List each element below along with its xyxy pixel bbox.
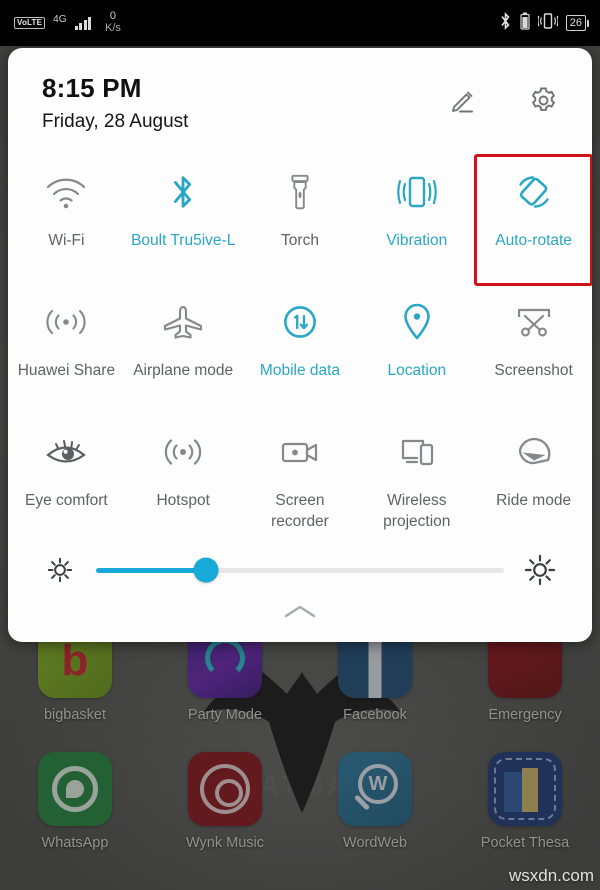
tile-auto-rotate[interactable]: Auto-rotate	[474, 154, 592, 287]
status-bar: VoLTE 4G 0 K/s 26	[0, 0, 600, 46]
tile-bluetooth[interactable]: Boult Tru5ive-L	[125, 155, 242, 285]
quick-settings-grid: Wi-Fi Boult Tru5ive-L Torch Vibration Au…	[8, 154, 592, 545]
bluetooth-icon	[499, 11, 512, 35]
brightness-slider-fill	[96, 567, 207, 573]
hotspot-icon	[162, 429, 204, 475]
tile-label: Airplane mode	[133, 362, 234, 380]
tile-airplane-mode[interactable]: Airplane mode	[125, 285, 242, 415]
bluetooth-icon	[168, 169, 198, 215]
tile-location[interactable]: Location	[358, 285, 475, 415]
quick-settings-panel: 8:15 PM Friday, 28 August Wi-Fi Boult Tr…	[8, 48, 592, 642]
data-speed-indicator: 0 K/s	[105, 11, 121, 34]
settings-button[interactable]	[526, 86, 560, 120]
clock-block[interactable]: 8:15 PM Friday, 28 August	[42, 72, 188, 133]
tile-label: Auto-rotate	[495, 232, 572, 250]
tile-label: Wireless projection	[383, 492, 451, 531]
watermark: wsxdn.com	[508, 866, 594, 885]
tile-label: Huawei Share	[17, 362, 116, 380]
tile-label: Vibration	[386, 232, 448, 250]
location-pin-icon	[400, 299, 434, 345]
brightness-row	[8, 554, 592, 586]
current-time: 8:15 PM	[42, 73, 142, 103]
brightness-high-icon[interactable]	[522, 554, 558, 586]
tile-label: Mobile data	[259, 362, 341, 380]
tile-huawei-share[interactable]: Huawei Share	[8, 285, 125, 415]
screen-recorder-icon	[277, 429, 323, 475]
huawei-share-icon	[43, 299, 89, 345]
edit-icon	[448, 86, 478, 121]
tile-label: Eye comfort	[25, 492, 108, 510]
battery-percent-label: 26	[565, 15, 590, 31]
vibration-icon	[393, 169, 441, 215]
network-type-label: 4G	[53, 13, 67, 25]
tile-label: Ride mode	[496, 492, 572, 510]
tile-screen-recorder[interactable]: Screen recorder	[242, 415, 359, 545]
gear-icon	[528, 85, 559, 121]
tile-ride-mode[interactable]: Ride mode	[475, 415, 592, 545]
vibrate-icon	[537, 12, 559, 35]
wifi-icon	[43, 169, 89, 215]
chevron-up-icon	[283, 603, 317, 626]
current-date: Friday, 28 August	[42, 110, 189, 132]
screenshot-icon	[512, 299, 556, 345]
panel-header: 8:15 PM Friday, 28 August	[8, 48, 592, 133]
status-bar-right: 26	[499, 11, 590, 35]
tile-torch[interactable]: Torch	[242, 155, 359, 285]
header-actions	[446, 72, 564, 120]
tile-wifi[interactable]: Wi-Fi	[8, 155, 125, 285]
brightness-low-icon[interactable]	[42, 556, 78, 584]
volte-icon: VoLTE	[14, 17, 46, 29]
mobile-data-icon	[279, 299, 321, 345]
ride-mode-icon	[512, 429, 556, 475]
tile-label: Screenshot	[494, 362, 573, 380]
tile-label: Hotspot	[156, 492, 210, 510]
panel-expand-handle[interactable]	[8, 603, 592, 626]
data-speed-unit: K/s	[105, 22, 121, 34]
battery-icon	[520, 12, 530, 35]
tile-screenshot[interactable]: Screenshot	[475, 285, 592, 415]
tile-wireless-projection[interactable]: Wireless projection	[358, 415, 475, 545]
airplane-icon	[161, 299, 205, 345]
tile-hotspot[interactable]: Hotspot	[125, 415, 242, 545]
eye-comfort-icon	[43, 429, 89, 475]
flashlight-icon	[285, 169, 315, 215]
tile-vibration[interactable]: Vibration	[358, 155, 475, 285]
brightness-slider-thumb[interactable]	[193, 557, 219, 583]
brightness-slider[interactable]	[96, 557, 504, 583]
auto-rotate-icon	[513, 169, 555, 215]
signal-strength-icon	[74, 16, 91, 30]
tile-label: Screen recorder	[271, 492, 329, 531]
tile-label: Wi-Fi	[48, 232, 85, 250]
tile-label: Location	[387, 362, 447, 380]
tile-label: Boult Tru5ive-L	[131, 232, 236, 250]
status-bar-left: VoLTE 4G 0 K/s	[14, 11, 121, 34]
tile-mobile-data[interactable]: Mobile data	[242, 285, 359, 415]
tile-eye-comfort[interactable]: Eye comfort	[8, 415, 125, 545]
wireless-projection-icon	[395, 429, 439, 475]
tile-label: Torch	[281, 232, 319, 250]
edit-button[interactable]	[446, 86, 480, 120]
